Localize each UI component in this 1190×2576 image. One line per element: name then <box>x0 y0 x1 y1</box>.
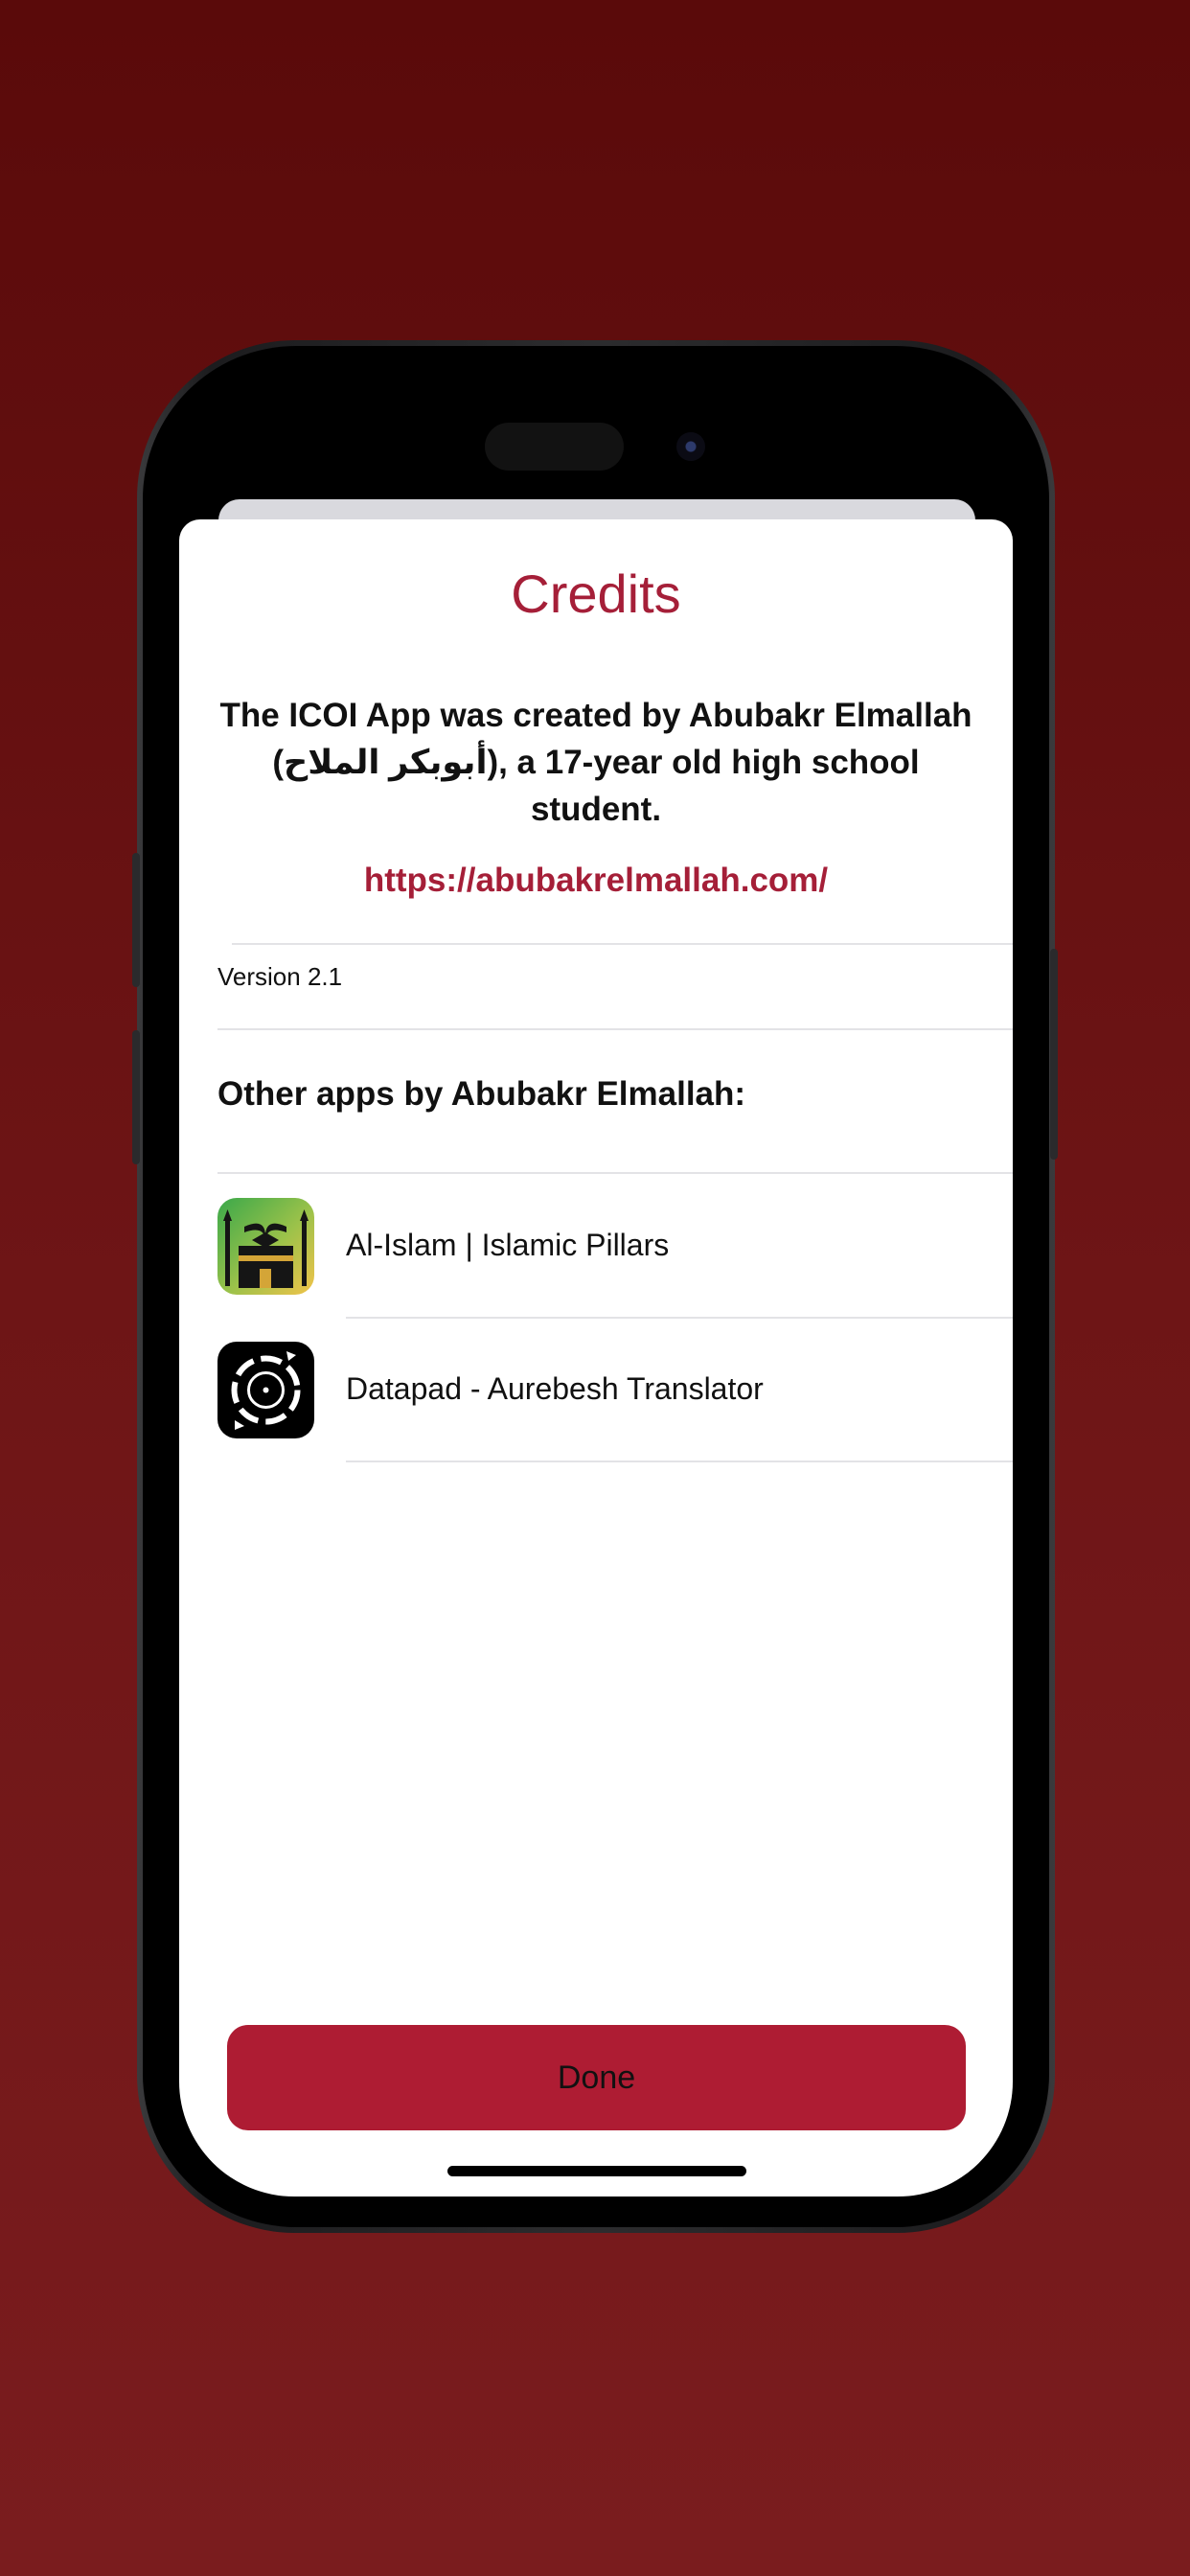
divider <box>232 943 1013 945</box>
action-button <box>132 853 140 987</box>
website-link[interactable]: https://abubakrelmallah.com/ <box>179 862 1013 900</box>
app-name: Al-Islam | Islamic Pillars <box>346 1228 670 1262</box>
version-label: Version 2.1 <box>217 962 343 991</box>
app-name: Datapad - Aurebesh Translator <box>346 1371 764 1406</box>
done-button[interactable]: Done <box>227 2025 966 2130</box>
app-row-datapad[interactable]: Datapad - Aurebesh Translator <box>217 1318 1013 1461</box>
camera-icon <box>676 432 705 461</box>
volume-button <box>132 1030 140 1164</box>
power-button <box>1050 949 1058 1160</box>
page-title: Credits <box>511 564 681 624</box>
phone-screen-bezel: Credits The ICOI App was created by Abub… <box>143 346 1049 2227</box>
divider <box>346 1460 1013 1462</box>
app-row-al-islam[interactable]: Al-Islam | Islamic Pillars <box>217 1174 1013 1318</box>
divider <box>217 1028 1013 1030</box>
kaaba-quran-icon <box>217 1198 314 1295</box>
datapad-icon <box>217 1342 314 1438</box>
credits-sheet: Credits The ICOI App was created by Abub… <box>179 519 1013 2196</box>
other-apps-header: Other apps by Abubakr Elmallah: <box>217 1075 746 1113</box>
credits-description: The ICOI App was created by Abubakr Elma… <box>219 697 973 828</box>
dynamic-island <box>485 423 624 471</box>
home-indicator <box>447 2166 746 2176</box>
phone-frame: Credits The ICOI App was created by Abub… <box>137 340 1055 2233</box>
